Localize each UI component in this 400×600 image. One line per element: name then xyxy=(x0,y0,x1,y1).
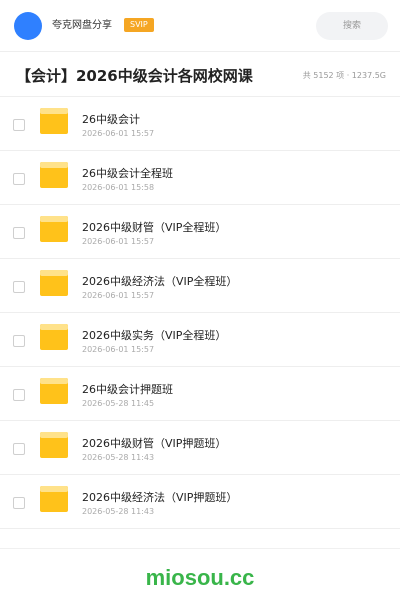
item-date: 2026-05-28 11:43 xyxy=(82,507,155,516)
folder-title-bar: 【会计】2026中级会计各网校网课 共 5152 项 · 1237.5G xyxy=(0,53,400,97)
item-checkbox[interactable] xyxy=(13,173,25,185)
list-item[interactable]: 2026中级财管（VIP全程班） 2026-06-01 15:57 xyxy=(0,205,400,259)
item-name: 2026中级经济法（VIP押题班） xyxy=(82,491,238,504)
item-date: 2026-06-01 15:57 xyxy=(82,291,155,300)
list-item[interactable]: 26中级会计全程班 2026-06-01 15:58 xyxy=(0,151,400,205)
item-checkbox[interactable] xyxy=(13,443,25,455)
footer-brand[interactable]: miosou.cc xyxy=(0,565,400,591)
item-name: 2026中级经济法（VIP全程班） xyxy=(82,275,238,288)
item-name: 2026中级财管（VIP全程班） xyxy=(82,221,227,234)
item-date: 2026-05-28 11:43 xyxy=(82,453,155,462)
header: 夸克网盘分享 SVIP 搜索 xyxy=(0,0,400,52)
item-date: 2026-06-01 15:58 xyxy=(82,183,155,192)
item-checkbox[interactable] xyxy=(13,119,25,131)
svip-badge: SVIP xyxy=(124,18,154,32)
item-name: 26中级会计 xyxy=(82,113,140,126)
folder-icon xyxy=(40,432,68,458)
folder-icon xyxy=(40,108,68,134)
folder-icon xyxy=(40,378,68,404)
item-checkbox[interactable] xyxy=(13,497,25,509)
folder-summary: 共 5152 项 · 1237.5G xyxy=(302,71,386,80)
folder-icon xyxy=(40,216,68,242)
item-date: 2026-06-01 15:57 xyxy=(82,129,155,138)
list-item[interactable]: 2026中级经济法（VIP押题班） 2026-05-28 11:43 xyxy=(0,475,400,529)
brand-name: 夸克网盘分享 xyxy=(52,20,112,31)
list-item[interactable]: 2026中级经济法（VIP全程班） 2026-06-01 15:57 xyxy=(0,259,400,313)
list-item[interactable]: 26中级会计押题班 2026-05-28 11:45 xyxy=(0,367,400,421)
folder-icon xyxy=(40,162,68,188)
search-button[interactable]: 搜索 xyxy=(316,12,388,40)
item-date: 2026-06-01 15:57 xyxy=(82,237,155,246)
item-checkbox[interactable] xyxy=(13,227,25,239)
item-name: 26中级会计全程班 xyxy=(82,167,173,180)
item-checkbox[interactable] xyxy=(13,389,25,401)
item-name: 2026中级实务（VIP全程班） xyxy=(82,329,227,342)
item-date: 2026-06-01 15:57 xyxy=(82,345,155,354)
list-item[interactable]: 2026中级财管（VIP押题班） 2026-05-28 11:43 xyxy=(0,421,400,475)
list-item[interactable]: 26中级会计 2026-06-01 15:57 xyxy=(0,97,400,151)
file-list: 26中级会计 2026-06-01 15:57 26中级会计全程班 2026-0… xyxy=(0,97,400,529)
item-checkbox[interactable] xyxy=(13,335,25,347)
folder-icon xyxy=(40,486,68,512)
page-title: 【会计】2026中级会计各网校网课 xyxy=(16,67,253,85)
page: 夸克网盘分享 SVIP 搜索 【会计】2026中级会计各网校网课 共 5152 … xyxy=(0,0,400,600)
footer: miosou.cc xyxy=(0,548,400,600)
item-name: 2026中级财管（VIP押题班） xyxy=(82,437,227,450)
item-date: 2026-05-28 11:45 xyxy=(82,399,155,408)
item-checkbox[interactable] xyxy=(13,281,25,293)
folder-icon xyxy=(40,270,68,296)
list-item[interactable]: 2026中级实务（VIP全程班） 2026-06-01 15:57 xyxy=(0,313,400,367)
avatar[interactable] xyxy=(14,12,42,40)
folder-icon xyxy=(40,324,68,350)
item-name: 26中级会计押题班 xyxy=(82,383,173,396)
